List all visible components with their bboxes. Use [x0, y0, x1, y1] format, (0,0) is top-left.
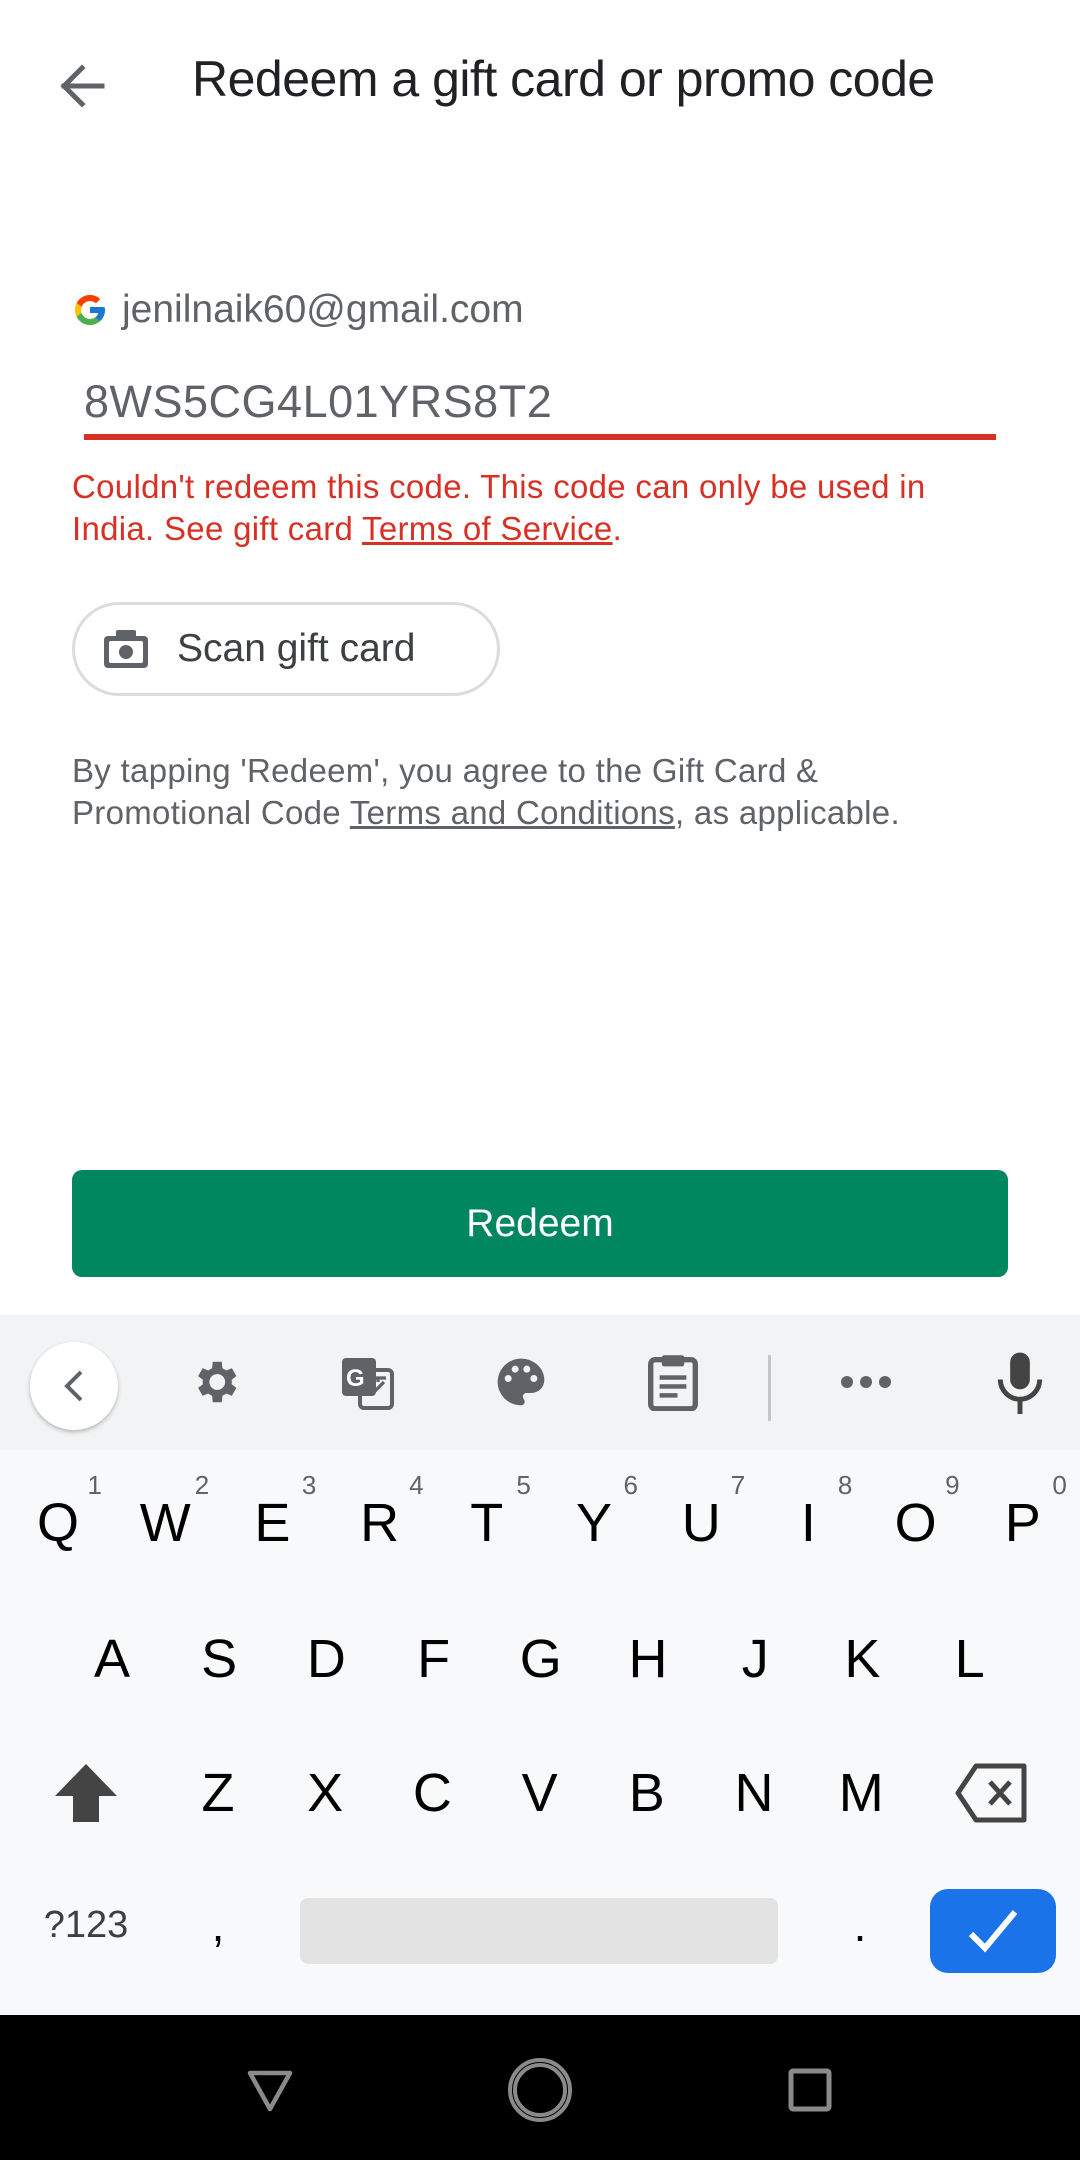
key-label: W: [139, 1493, 191, 1553]
nav-back-icon: [247, 2070, 293, 2112]
key-hint: 7: [730, 1470, 746, 1500]
gift-code-input[interactable]: [84, 366, 996, 438]
theme-palette-icon: [497, 1358, 545, 1406]
error-suffix: .: [612, 510, 623, 547]
space-bar[interactable]: [300, 1898, 778, 1964]
key-r[interactable]: R4: [330, 1468, 430, 1578]
key-label: U: [681, 1493, 721, 1553]
key-hint: 5: [516, 1470, 531, 1500]
key-d[interactable]: D: [276, 1604, 376, 1714]
account-row: jenilnaik60@gmail.com: [72, 282, 524, 338]
key-hint: 2: [194, 1470, 210, 1500]
key-j[interactable]: J: [705, 1604, 805, 1714]
key-hint: 3: [301, 1470, 317, 1500]
terms-notice: By tapping 'Redeem', you agree to the Gi…: [72, 750, 952, 834]
redeem-button[interactable]: Redeem: [72, 1170, 1008, 1277]
key-hint: 8: [837, 1470, 853, 1500]
enter-key[interactable]: [930, 1889, 1056, 1973]
key-k[interactable]: K: [812, 1604, 912, 1714]
key-h[interactable]: H: [598, 1604, 698, 1714]
keyboard-translate-button[interactable]: G: [336, 1350, 400, 1414]
period-key[interactable]: .: [810, 1870, 910, 1980]
keyboard-clipboard-button[interactable]: [641, 1350, 705, 1414]
backspace-key[interactable]: [942, 1738, 1042, 1848]
keyboard-settings-button[interactable]: [183, 1350, 247, 1414]
keyboard-more-button[interactable]: [834, 1350, 898, 1414]
more-icon: [841, 1376, 891, 1388]
key-q[interactable]: Q1: [8, 1468, 108, 1578]
microphone-icon: [997, 1352, 1043, 1414]
key-i[interactable]: I8: [758, 1468, 858, 1578]
scan-gift-card-label: Scan gift card: [177, 627, 416, 670]
nav-home-icon: [508, 2058, 572, 2122]
settings-icon: [198, 1361, 237, 1403]
key-e[interactable]: E3: [222, 1468, 322, 1578]
key-label: T: [470, 1493, 504, 1553]
key-a[interactable]: A: [62, 1604, 162, 1714]
account-email: jenilnaik60@gmail.com: [122, 288, 524, 331]
key-hint: 6: [623, 1470, 638, 1500]
key-label: Q: [36, 1493, 79, 1553]
arrow-back-icon: [60, 64, 105, 108]
keyboard-theme-button[interactable]: [489, 1350, 553, 1414]
clipboard-icon: [648, 1355, 698, 1411]
toolbar-divider: [768, 1355, 771, 1421]
nav-recents-icon: [788, 2068, 832, 2112]
key-m[interactable]: M: [811, 1738, 911, 1848]
key-u[interactable]: U7: [651, 1468, 751, 1578]
key-f[interactable]: F: [384, 1604, 484, 1714]
keyboard-voice-button[interactable]: [988, 1350, 1052, 1414]
chevron-left-icon: [64, 1370, 83, 1402]
key-hint: 4: [409, 1470, 424, 1500]
camera-icon: [104, 630, 148, 668]
key-o[interactable]: O9: [866, 1468, 966, 1578]
checkmark-icon: [968, 1910, 1018, 1953]
key-hint: 1: [87, 1470, 102, 1500]
backspace-icon: [955, 1763, 1027, 1823]
scan-gift-card-button[interactable]: Scan gift card: [72, 602, 500, 696]
key-label: R: [360, 1493, 400, 1553]
error-message: Couldn't redeem this code. This code can…: [72, 466, 1012, 550]
shift-key[interactable]: [36, 1738, 136, 1848]
nav-recents-button[interactable]: [770, 2050, 850, 2130]
key-s[interactable]: S: [169, 1604, 269, 1714]
google-g-icon: [75, 295, 105, 325]
key-hint: 0: [1052, 1470, 1067, 1500]
key-t[interactable]: T5: [437, 1468, 537, 1578]
svg-text:G: G: [346, 1365, 365, 1392]
key-z[interactable]: Z: [168, 1738, 268, 1848]
keyboard-collapse-button[interactable]: [30, 1342, 118, 1430]
key-b[interactable]: B: [597, 1738, 697, 1848]
key-p[interactable]: P0: [973, 1468, 1073, 1578]
shift-icon: [55, 1764, 117, 1822]
nav-home-button[interactable]: [500, 2050, 580, 2130]
terms-of-service-link[interactable]: Terms of Service: [362, 510, 613, 547]
translate-icon: G: [342, 1358, 394, 1410]
key-v[interactable]: V: [490, 1738, 590, 1848]
terms-and-conditions-link[interactable]: Terms and Conditions: [350, 794, 675, 831]
comma-key[interactable]: ,: [168, 1870, 268, 1980]
key-label: I: [800, 1493, 816, 1553]
key-label: E: [254, 1493, 291, 1553]
key-hint: 9: [945, 1470, 960, 1500]
key-c[interactable]: C: [382, 1738, 482, 1848]
key-n[interactable]: N: [704, 1738, 804, 1848]
key-y[interactable]: Y6: [544, 1468, 644, 1578]
key-w[interactable]: W2: [115, 1468, 215, 1578]
key-label: Y: [575, 1493, 613, 1553]
page-title: Redeem a gift card or promo code: [192, 51, 935, 107]
key-l[interactable]: L: [920, 1604, 1020, 1714]
back-button[interactable]: [50, 56, 120, 116]
key-x[interactable]: X: [275, 1738, 375, 1848]
key-label: O: [894, 1493, 937, 1553]
key-label: P: [1004, 1493, 1041, 1553]
key-g[interactable]: G: [491, 1604, 591, 1714]
symbols-key[interactable]: ?123: [36, 1870, 136, 1980]
nav-back-button[interactable]: [230, 2050, 310, 2130]
terms-suffix: , as applicable.: [674, 794, 900, 831]
input-error-underline: [84, 434, 996, 440]
